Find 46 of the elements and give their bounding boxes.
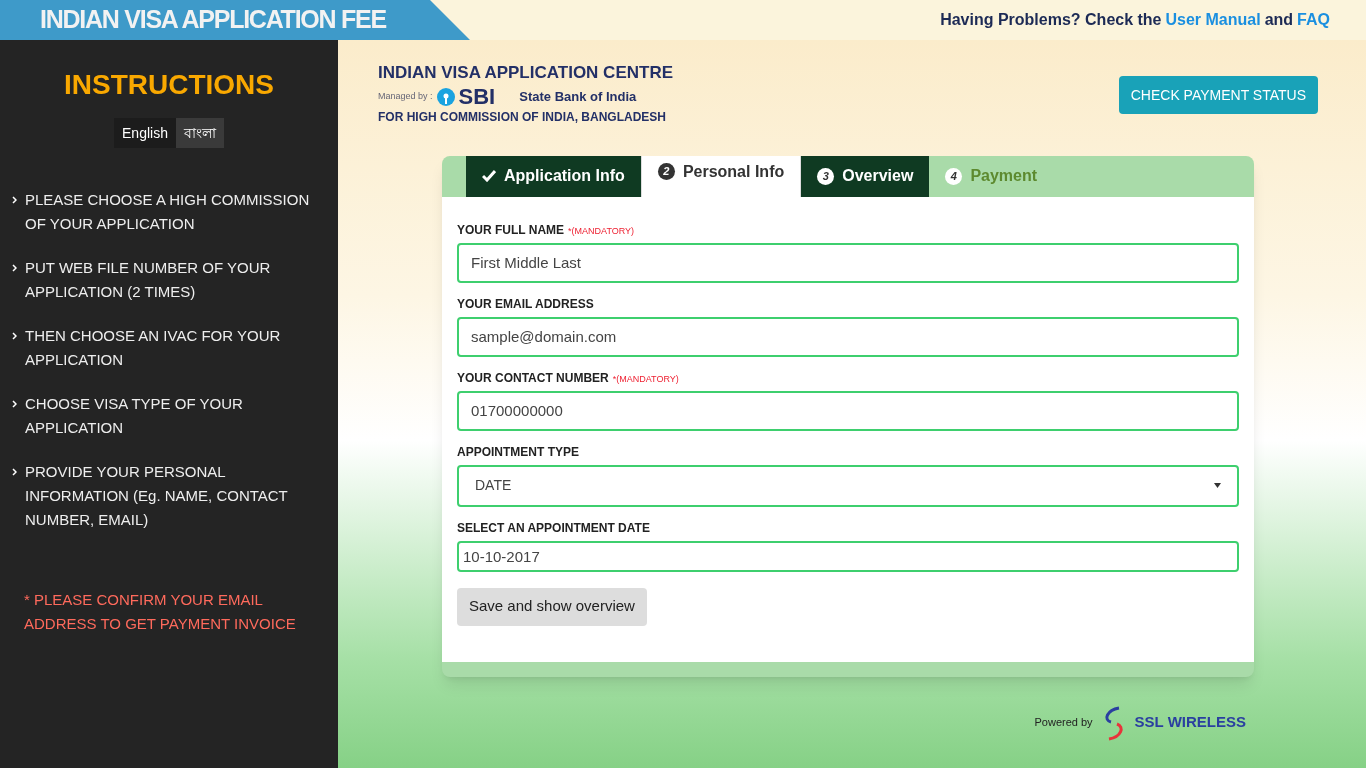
field-label: APPOINTMENT TYPE bbox=[457, 443, 579, 461]
chevron-icon bbox=[12, 400, 17, 408]
logo-subtitle: FOR HIGH COMMISSION OF INDIA, BANGLADESH bbox=[378, 108, 667, 126]
dropdown-field[interactable]: DATE bbox=[457, 464, 1239, 507]
field-label: SELECT AN APPOINTMENT DATE bbox=[457, 519, 650, 537]
bank-name: State Bank of India bbox=[519, 87, 637, 106]
appointment-date-input[interactable]: 10-10-2017 bbox=[457, 540, 1239, 572]
language-tab[interactable]: English bbox=[114, 118, 176, 148]
step-number: 4 bbox=[945, 167, 963, 185]
instruction-item: PLEASE CHOOSE A HIGH COMMISSION OF YOUR APPLICATION bbox=[25, 190, 311, 234]
step-tab[interactable]: 3 Overview bbox=[801, 155, 930, 197]
help-text: Having Problems? Check the bbox=[940, 10, 1162, 30]
ssl-wireless-brand: SSL WIRELESS bbox=[1134, 712, 1246, 733]
step-number: 2 bbox=[657, 163, 675, 180]
input-field[interactable]: First Middle Last bbox=[457, 242, 1239, 283]
check-icon bbox=[482, 170, 496, 182]
mandatory-note: *(MANDATORY) bbox=[568, 224, 635, 238]
help-text: and bbox=[1264, 10, 1294, 30]
chevron-icon bbox=[12, 332, 17, 340]
field-label: YOUR FULL NAME bbox=[457, 221, 565, 239]
bank-logo-icon bbox=[436, 87, 455, 106]
instruction-item: PROVIDE YOUR PERSONAL INFORMATION (Eg. NAME, CONTACT NUMBER, EMAIL) bbox=[25, 462, 289, 530]
bank-short-name: SBI bbox=[458, 85, 496, 108]
input-field[interactable]: 01700000000 bbox=[457, 390, 1239, 431]
step-number: 3 bbox=[817, 167, 835, 185]
instructions-title: INSTRUCTIONS bbox=[63, 68, 275, 102]
email-note: * PLEASE CONFIRM YOUR EMAIL ADDRESS TO GET PAYMENT INVOICE bbox=[23, 590, 297, 634]
powered-by-text: Powered by bbox=[1034, 715, 1093, 731]
instruction-item: CHOOSE VISA TYPE OF YOUR APPLICATION bbox=[25, 394, 244, 438]
language-tab[interactable]: বাংলা bbox=[175, 118, 224, 148]
chevron-icon bbox=[12, 196, 17, 204]
input-field[interactable]: sample@domain.com bbox=[457, 316, 1239, 357]
page-title: INDIAN VISA APPLICATION FEE bbox=[40, 4, 386, 36]
save-overview-button[interactable]: Save and show overview bbox=[457, 587, 647, 626]
managed-by-text: Managed by : bbox=[378, 89, 433, 103]
chevron-icon bbox=[12, 468, 17, 476]
instruction-item: PUT WEB FILE NUMBER OF YOUR APPLICATION (2 TIMES) bbox=[25, 258, 272, 302]
mandatory-note: *(MANDATORY) bbox=[612, 372, 679, 386]
instruction-item: THEN CHOOSE AN IVAC FOR YOUR APPLICATION bbox=[25, 326, 282, 370]
caret-icon bbox=[1214, 483, 1221, 488]
field-label: YOUR EMAIL ADDRESS bbox=[457, 295, 594, 313]
step-tab[interactable]: 2 Personal Info bbox=[640, 155, 802, 197]
chevron-icon bbox=[12, 264, 17, 272]
field-label: YOUR CONTACT NUMBER bbox=[457, 369, 609, 387]
logo-title: INDIAN VISA APPLICATION CENTRE bbox=[378, 62, 673, 84]
step-tab[interactable]: Application Info bbox=[466, 155, 641, 197]
